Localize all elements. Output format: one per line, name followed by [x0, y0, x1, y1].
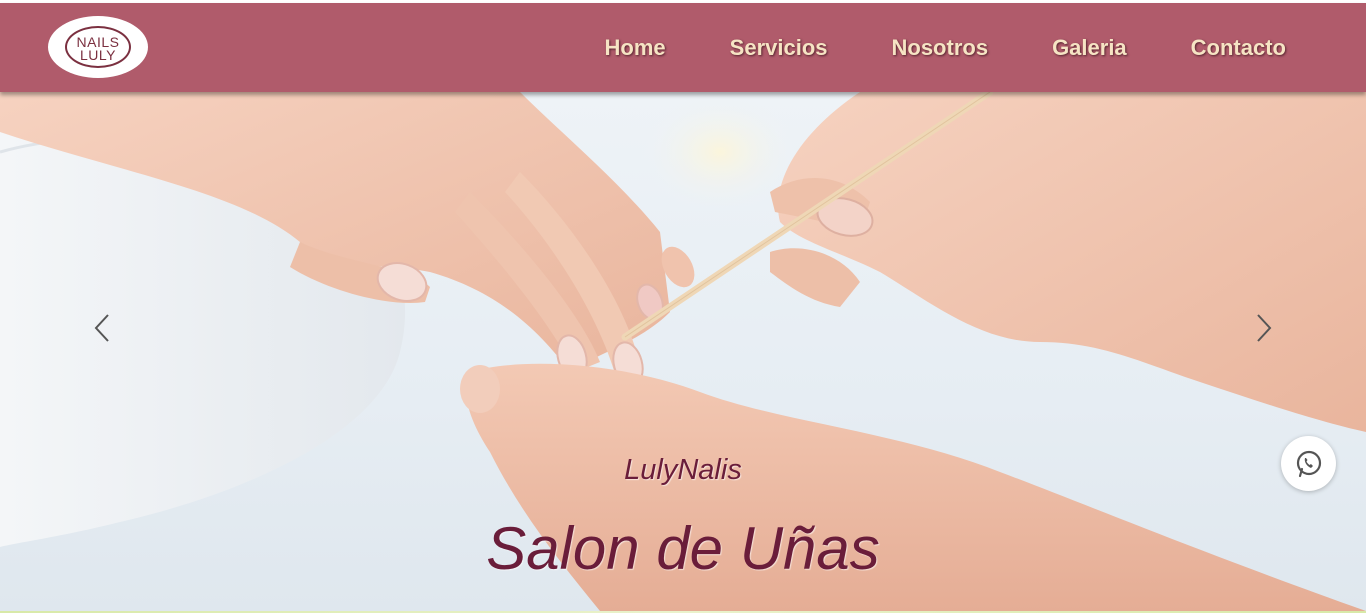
carousel-prev-button[interactable] — [87, 310, 117, 346]
chevron-right-icon — [1257, 314, 1272, 342]
nav-galeria[interactable]: Galeria — [1052, 34, 1127, 62]
whatsapp-button[interactable] — [1281, 436, 1336, 491]
nav-nosotros[interactable]: Nosotros — [892, 34, 989, 62]
main-nav: Home Servicios Nosotros Galeria Contacto — [541, 34, 1286, 62]
logo-text-line2: LULY — [80, 47, 116, 63]
nav-home[interactable]: Home — [605, 34, 666, 62]
nav-servicios[interactable]: Servicios — [730, 34, 828, 62]
hero-carousel: LulyNalis Salon de Uñas — [0, 92, 1366, 611]
navbar: NAILS LULY Home Servicios Nosotros Galer… — [0, 3, 1366, 92]
whatsapp-icon — [1296, 450, 1321, 477]
carousel-subtitle: LulyNalis — [624, 454, 742, 486]
carousel-title: Salon de Uñas — [486, 515, 880, 582]
chevron-left-icon — [94, 314, 109, 342]
logo[interactable]: NAILS LULY — [48, 16, 148, 78]
nav-contacto[interactable]: Contacto — [1191, 34, 1286, 62]
carousel-next-button[interactable] — [1249, 310, 1279, 346]
